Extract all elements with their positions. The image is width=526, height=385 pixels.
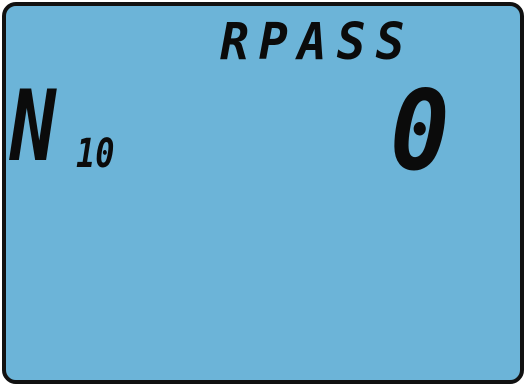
display-value: 0 bbox=[390, 67, 450, 195]
display-title: RPASS bbox=[220, 12, 415, 72]
menu-indicator-number: 10 bbox=[76, 131, 115, 177]
menu-indicator-letter: N bbox=[10, 70, 57, 184]
lcd-screen: RPASS N 10 0 bbox=[2, 2, 524, 384]
